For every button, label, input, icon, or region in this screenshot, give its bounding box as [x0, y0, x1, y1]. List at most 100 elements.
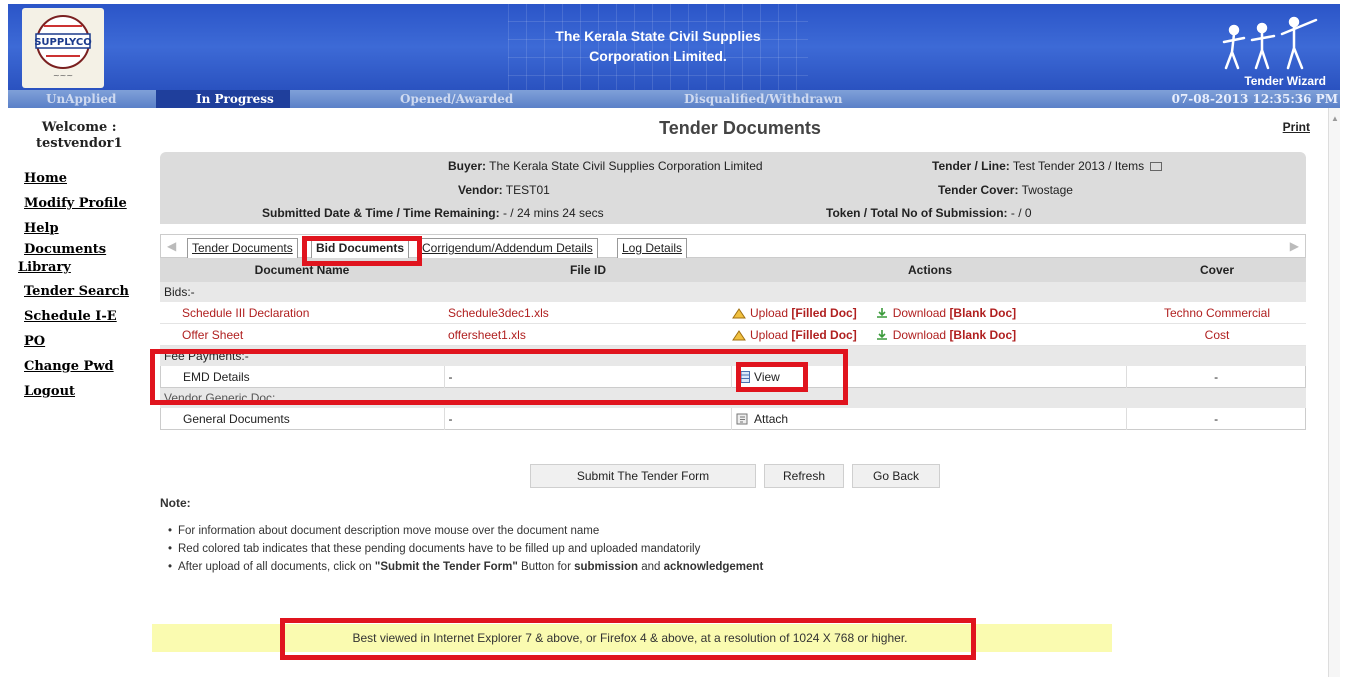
- welcome-block: Welcome : testvendor1: [36, 120, 123, 152]
- tab-corrigendum-addendum[interactable]: Corrigendum/Addendum Details: [417, 238, 598, 258]
- upload-action[interactable]: Upload [Filled Doc]: [732, 328, 857, 342]
- table-row: Offer Sheet offersheet1.xls Upload [Fill…: [160, 324, 1306, 346]
- download-icon: [876, 307, 887, 318]
- welcome-label: Welcome :: [41, 120, 117, 135]
- attach-icon: [736, 413, 748, 424]
- tender-line-label: Tender / Line:: [932, 159, 1010, 173]
- note-list: For information about document descripti…: [168, 522, 763, 576]
- sidebar-item-logout[interactable]: Logout: [18, 383, 138, 401]
- row-actions: Upload [Filled Doc] Download [Blank Doc]: [732, 306, 1128, 320]
- sidebar-item-change-pwd[interactable]: Change Pwd: [18, 358, 138, 376]
- row-actions: Upload [Filled Doc] Download [Blank Doc]: [732, 328, 1128, 342]
- tender-info-panel: Buyer: The Kerala State Civil Supplies C…: [160, 152, 1306, 224]
- vendor-value: TEST01: [505, 183, 550, 197]
- organization-title: The Kerala State Civil Supplies Corporat…: [508, 26, 808, 66]
- download-action[interactable]: Download [Blank Doc]: [875, 306, 1016, 320]
- go-back-button[interactable]: Go Back: [852, 464, 940, 488]
- upload-label: Upload: [750, 327, 789, 342]
- file-id: Schedule3dec1.xls: [448, 305, 549, 320]
- sidebar-item-modify-profile[interactable]: Modify Profile: [18, 195, 138, 213]
- upload-action[interactable]: Upload [Filled Doc]: [732, 306, 857, 320]
- tab-scroll-left-icon[interactable]: ◀: [167, 239, 176, 253]
- sidebar: Welcome : testvendor1 Home Modify Profil…: [8, 108, 152, 677]
- download-action[interactable]: Download [Blank Doc]: [875, 328, 1016, 342]
- cover: -: [1214, 369, 1219, 384]
- download-label: Download: [892, 327, 947, 342]
- row-actions: Attach: [732, 407, 1128, 430]
- main-content: Tender Documents Print Buyer: The Kerala…: [150, 108, 1328, 677]
- download-label: Download: [892, 305, 947, 320]
- sidebar-item-library[interactable]: Library: [18, 259, 138, 277]
- sidebar-item-tender-search[interactable]: Tender Search: [18, 283, 138, 301]
- popup-icon[interactable]: [1150, 162, 1163, 171]
- header-file-id: File ID: [569, 263, 606, 277]
- section-bids: Bids:-: [160, 282, 1306, 302]
- tab-tender-documents[interactable]: Tender Documents: [187, 238, 298, 258]
- buyer-label: Buyer:: [448, 159, 487, 173]
- refresh-button[interactable]: Refresh: [764, 464, 844, 488]
- upload-suffix: [Filled Doc]: [791, 327, 857, 342]
- sidebar-item-home[interactable]: Home: [18, 170, 138, 188]
- status-datetime: 07-08-2013 12:35:36 PM: [1171, 92, 1338, 106]
- submit-tender-form-button[interactable]: Submit The Tender Form: [530, 464, 756, 488]
- sidebar-nav: Home Modify Profile Help Documents Libra…: [18, 170, 138, 408]
- svg-text:~~~: ~~~: [53, 71, 73, 80]
- upload-suffix: [Filled Doc]: [791, 305, 857, 320]
- sidebar-item-po[interactable]: PO: [18, 333, 138, 351]
- sidebar-item-schedule-ie[interactable]: Schedule I-E: [18, 308, 138, 326]
- status-tab-in-progress[interactable]: In Progress: [156, 90, 290, 108]
- note-title: Note:: [160, 496, 191, 510]
- tender-cover-info: Tender Cover: Twostage: [938, 183, 1073, 197]
- page-scrollbar[interactable]: ▲: [1328, 108, 1340, 677]
- highlight-bid-documents-tab: [302, 236, 422, 266]
- submitted-value: - / 24 mins 24 secs: [502, 206, 604, 220]
- token-label: Token / Total No of Submission:: [826, 206, 1008, 220]
- title-line-2: Corporation Limited.: [589, 48, 727, 64]
- tab-scroll-right-icon[interactable]: ▶: [1290, 239, 1299, 253]
- note-item: After upload of all documents, click on …: [168, 558, 763, 576]
- doc-name[interactable]: Offer Sheet: [160, 328, 444, 342]
- upload-icon: [732, 329, 746, 340]
- upload-label: Upload: [750, 305, 789, 320]
- header-actions: Actions: [907, 263, 952, 277]
- status-tab-disqualified-withdrawn[interactable]: Disqualified/Withdrawn: [526, 90, 866, 108]
- title-line-1: The Kerala State Civil Supplies: [555, 28, 761, 44]
- header-cover: Cover: [1199, 263, 1234, 277]
- token-value: - / 0: [1010, 206, 1032, 220]
- buyer-value: The Kerala State Civil Supplies Corporat…: [489, 159, 763, 173]
- print-link[interactable]: Print: [1283, 120, 1310, 134]
- table-row: Schedule III Declaration Schedule3dec1.x…: [160, 302, 1306, 324]
- logo-text: SUPPLYCO: [34, 37, 92, 48]
- tab-log-details[interactable]: Log Details: [617, 238, 688, 258]
- highlight-footer: [280, 618, 976, 660]
- tender-cover-value: Twostage: [1021, 183, 1073, 197]
- tender-line-value: Test Tender 2013 / Items: [1012, 159, 1145, 173]
- tender-wizard-logo: Tender Wizard: [1216, 10, 1326, 90]
- doc-name[interactable]: Schedule III Declaration: [160, 306, 444, 320]
- buyer-info: Buyer: The Kerala State Civil Supplies C…: [448, 159, 763, 173]
- username: testvendor1: [36, 136, 123, 151]
- doc-name: General Documents: [161, 407, 445, 430]
- note-item: For information about document descripti…: [168, 522, 763, 540]
- sidebar-item-help[interactable]: Help: [18, 220, 138, 238]
- status-tab-opened-awarded[interactable]: Opened/Awarded: [290, 90, 526, 108]
- download-suffix: [Blank Doc]: [949, 305, 1017, 320]
- attach-action[interactable]: Attach: [736, 412, 788, 426]
- cover: Techno Commercial: [1163, 305, 1271, 320]
- vendor-label: Vendor:: [458, 183, 503, 197]
- download-icon: [876, 329, 887, 340]
- file-id: offersheet1.xls: [448, 327, 526, 342]
- submitted-info: Submitted Date & Time / Time Remaining: …: [262, 206, 604, 220]
- scroll-up-icon[interactable]: ▲: [1330, 114, 1340, 124]
- file-id: -: [445, 407, 733, 430]
- page-title: Tender Documents: [659, 118, 821, 138]
- attach-label: Attach: [754, 411, 789, 426]
- supplyco-logo: SUPPLYCO ~~~: [22, 8, 104, 88]
- cover: Cost: [1204, 327, 1230, 342]
- sidebar-item-documents[interactable]: Documents: [18, 241, 138, 259]
- highlight-view-action: [736, 362, 808, 392]
- app-header: SUPPLYCO ~~~ The Kerala State Civil Supp…: [8, 4, 1340, 90]
- status-tab-unapplied[interactable]: UnApplied: [8, 90, 156, 108]
- tender-cover-label: Tender Cover:: [938, 183, 1019, 197]
- vendor-info: Vendor: TEST01: [458, 183, 550, 197]
